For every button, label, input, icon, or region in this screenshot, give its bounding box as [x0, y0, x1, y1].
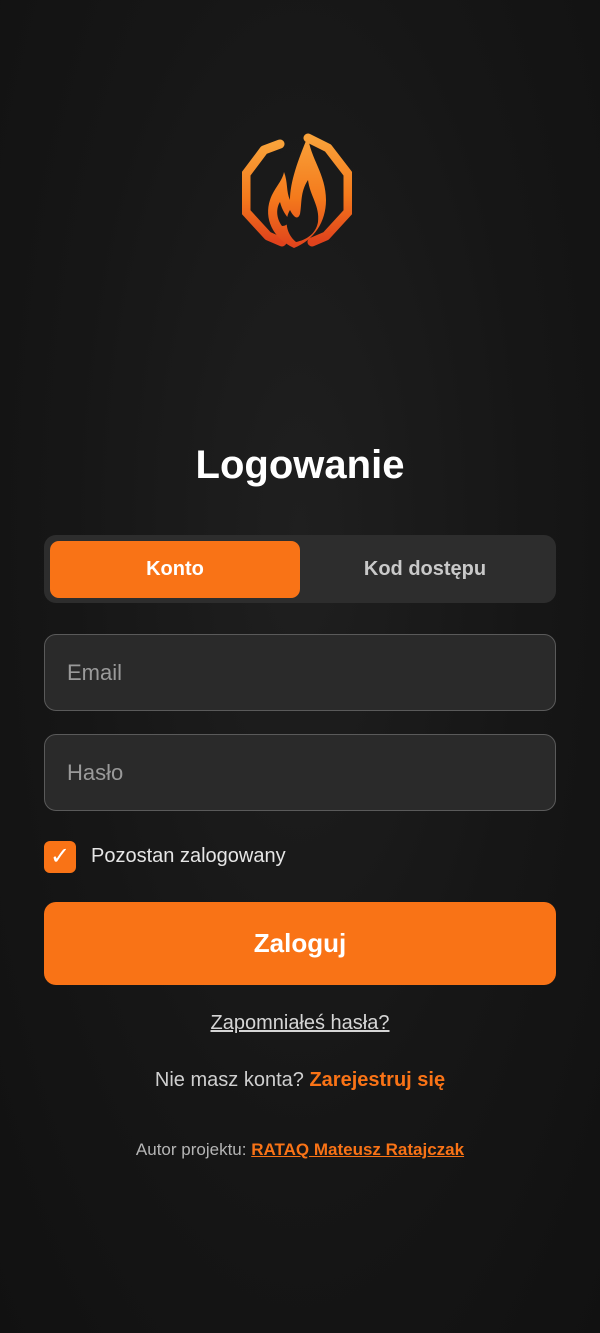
author-prefix: Autor projektu:	[135, 1140, 247, 1159]
page-title: Logowanie	[195, 443, 405, 487]
checkmark-icon: ✓	[49, 843, 71, 870]
login-button[interactable]: Zaloguj	[44, 902, 556, 985]
email-input[interactable]	[44, 634, 556, 711]
tab-access-code[interactable]: Kod dostępu	[300, 541, 550, 598]
forgot-password-row: Zapomniałeś hasła?	[0, 1010, 600, 1036]
remember-me-label[interactable]: Pozostan zalogowany	[91, 845, 286, 868]
tab-account[interactable]: Konto	[50, 541, 300, 598]
login-mode-switch: Konto Kod dostępu	[44, 535, 556, 603]
author-credit: Autor projektu: RATAQ Mateusz Ratajczak	[0, 1139, 600, 1161]
author-link[interactable]: RATAQ Mateusz Ratajczak	[251, 1140, 464, 1159]
remember-me-checkbox[interactable]: ✓	[44, 840, 76, 873]
remember-me-row: ✓ Pozostan zalogowany	[44, 840, 286, 873]
register-row: Nie masz konta? Zarejestruj się	[0, 1067, 600, 1093]
flame-hexagon-logo-icon	[242, 133, 352, 248]
forgot-password-link[interactable]: Zapomniałeś hasła?	[211, 1012, 390, 1034]
password-input[interactable]	[44, 734, 556, 811]
register-prompt: Nie masz konta?	[154, 1069, 304, 1091]
register-link[interactable]: Zarejestruj się	[309, 1069, 445, 1091]
